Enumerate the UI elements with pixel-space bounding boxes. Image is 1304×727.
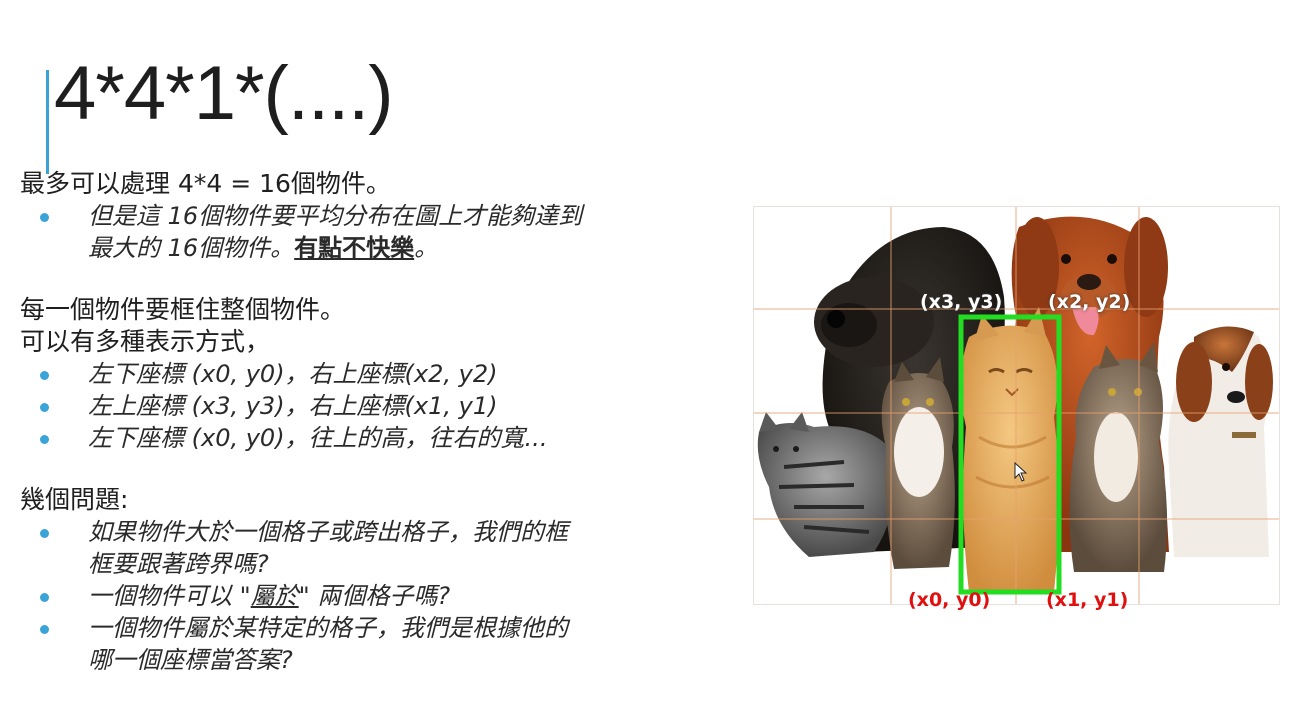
emphasis-unhappy: 有點不快樂 (294, 234, 415, 262)
pets-photo (753, 206, 1280, 605)
question-2-belong: 屬於 (250, 582, 299, 610)
para-capacity: 最多可以處理 4*4 = 16個物件。 (20, 169, 391, 198)
bullet-distribution-text: 最大的 16個物件。 (88, 234, 295, 262)
mouse-cursor-icon (1014, 461, 1028, 486)
para-questions: 幾個問題: (20, 485, 129, 514)
para-representations: 可以有多種表示方式， (20, 327, 271, 356)
bullet-dot-icon (40, 213, 49, 222)
label-x1y1: (x1, y1) (1046, 589, 1129, 611)
bullet-dot-icon (40, 371, 49, 380)
bullet-distribution: 但是這 16個物件要平均分布在圖上才能夠達到 最大的 16個物件。有點不快樂。 (20, 200, 720, 264)
bullet-distribution-line2: 最大的 16個物件。有點不快樂。 (88, 232, 720, 264)
slide-title: 4*4*1*(....) (54, 51, 394, 136)
rep-bullet-3-text: 左下座標 (x0, y0)，往上的高，往右的寬... (88, 424, 548, 452)
rep-bullet-1: 左下座標 (x0, y0)，右上座標(x2, y2) (20, 358, 720, 390)
bullet-dot-icon (40, 593, 49, 602)
question-2-post: " 兩個格子嗎? (298, 582, 451, 610)
label-x0y0: (x0, y0) (908, 589, 991, 611)
bullet-dot-icon (40, 403, 49, 412)
bullet-dot-icon (40, 625, 49, 634)
bullet-distribution-line1: 但是這 16個物件要平均分布在圖上才能夠達到 (88, 202, 583, 230)
rep-bullet-3: 左下座標 (x0, y0)，往上的高，往右的寬... (20, 422, 720, 454)
bullet-dot-icon (40, 435, 49, 444)
label-x3y3: (x3, y3) (920, 291, 1003, 313)
question-bullet-1: 如果物件大於一個格子或跨出格子，我們的框 框要跟著跨界嗎? (20, 516, 720, 580)
pets-illustration (754, 207, 1279, 604)
question-bullet-3: 一個物件屬於某特定的格子，我們是根據他的 哪一個座標當答案? (20, 612, 720, 676)
beagle-shape (1168, 326, 1273, 557)
question-3-line1: 一個物件屬於某特定的格子，我們是根據他的 (88, 614, 568, 642)
question-2-pre: 一個物件可以 " (88, 582, 251, 610)
brown-tabby-shape (881, 357, 955, 569)
question-bullet-2: 一個物件可以 "屬於" 兩個格子嗎? (20, 580, 720, 612)
bullet-distribution-end: 。 (414, 234, 439, 262)
question-3-line2: 哪一個座標當答案? (88, 646, 293, 674)
title-accent-bar (46, 70, 49, 174)
orange-cat-shape (960, 307, 1059, 592)
bullet-dot-icon (40, 529, 49, 538)
rep-bullet-1-text: 左下座標 (x0, y0)，右上座標(x2, y2) (88, 360, 498, 388)
rep-bullet-2-text: 左上座標 (x3, y3)，右上座標(x1, y1) (88, 392, 498, 420)
rep-bullet-2: 左上座標 (x3, y3)，右上座標(x1, y1) (20, 390, 720, 422)
label-x2y2: (x2, y2) (1048, 291, 1131, 313)
para-box-requirement: 每一個物件要框住整個物件。 (20, 295, 346, 324)
question-1-line2: 框要跟著跨界嗎? (88, 550, 269, 578)
slide-body: 最多可以處理 4*4 = 16個物件。 但是這 16個物件要平均分布在圖上才能夠… (20, 168, 720, 676)
question-1-line1: 如果物件大於一個格子或跨出格子，我們的框 (88, 518, 568, 546)
